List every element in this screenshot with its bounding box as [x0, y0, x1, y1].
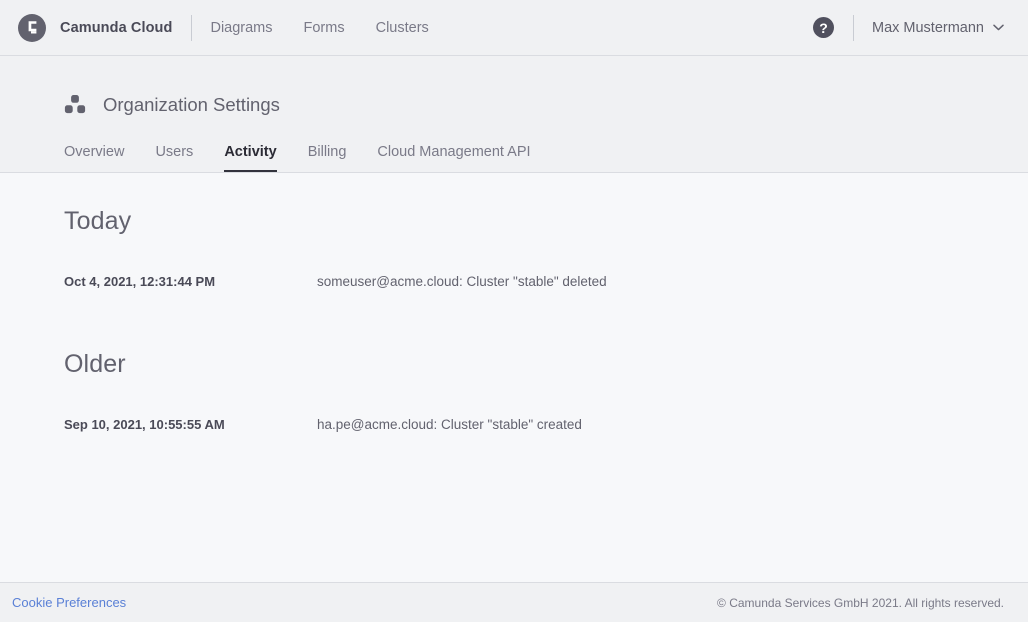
navbar-divider — [191, 15, 192, 41]
table-row: Oct 4, 2021, 12:31:44 PM someuser@acme.c… — [64, 274, 964, 312]
camunda-logo-icon[interactable] — [18, 14, 46, 42]
user-name-label: Max Mustermann — [872, 20, 984, 36]
activity-list-older: Sep 10, 2021, 10:55:55 AM ha.pe@acme.clo… — [64, 417, 964, 455]
table-row: Sep 10, 2021, 10:55:55 AM ha.pe@acme.clo… — [64, 417, 964, 455]
activity-timestamp: Oct 4, 2021, 12:31:44 PM — [64, 274, 317, 289]
brand-name[interactable]: Camunda Cloud — [60, 20, 172, 36]
tab-billing[interactable]: Billing — [308, 145, 347, 172]
tab-cloud-management-api[interactable]: Cloud Management API — [377, 145, 530, 172]
nav-link-forms[interactable]: Forms — [304, 20, 345, 36]
activity-timestamp: Sep 10, 2021, 10:55:55 AM — [64, 417, 317, 432]
activity-list-today: Oct 4, 2021, 12:31:44 PM someuser@acme.c… — [64, 274, 964, 312]
navbar-links: Diagrams Forms Clusters — [210, 20, 428, 36]
tab-activity[interactable]: Activity — [224, 145, 276, 172]
user-menu[interactable]: Max Mustermann — [872, 20, 1004, 36]
navbar-right-group: ? Max Mustermann — [813, 15, 1004, 41]
page-footer: Cookie Preferences © Camunda Services Gm… — [0, 582, 1028, 622]
section-heading-today: Today — [64, 173, 964, 236]
section-heading-older: Older — [64, 316, 964, 379]
settings-tabs: Overview Users Activity Billing Cloud Ma… — [0, 116, 1028, 172]
app-root: Camunda Cloud Diagrams Forms Clusters ? … — [0, 0, 1028, 622]
top-navbar: Camunda Cloud Diagrams Forms Clusters ? … — [0, 0, 1028, 56]
page-title-row: Organization Settings — [0, 56, 1028, 116]
tab-users[interactable]: Users — [155, 145, 193, 172]
tab-overview[interactable]: Overview — [64, 145, 124, 172]
organization-icon — [64, 94, 86, 116]
chevron-down-icon — [993, 24, 1004, 31]
copyright-text: © Camunda Services GmbH 2021. All rights… — [717, 596, 1004, 610]
page-title: Organization Settings — [103, 94, 280, 116]
activity-description: ha.pe@acme.cloud: Cluster "stable" creat… — [317, 417, 582, 432]
nav-link-clusters[interactable]: Clusters — [376, 20, 429, 36]
activity-description: someuser@acme.cloud: Cluster "stable" de… — [317, 274, 607, 289]
navbar-divider-right — [853, 15, 854, 41]
page-header: Organization Settings Overview Users Act… — [0, 56, 1028, 173]
navbar-left-group: Camunda Cloud Diagrams Forms Clusters — [18, 14, 429, 42]
activity-content: Today Oct 4, 2021, 12:31:44 PM someuser@… — [0, 173, 1028, 582]
question-mark-icon[interactable]: ? — [813, 17, 834, 38]
cookie-preferences-link[interactable]: Cookie Preferences — [12, 595, 126, 610]
nav-link-diagrams[interactable]: Diagrams — [210, 20, 272, 36]
